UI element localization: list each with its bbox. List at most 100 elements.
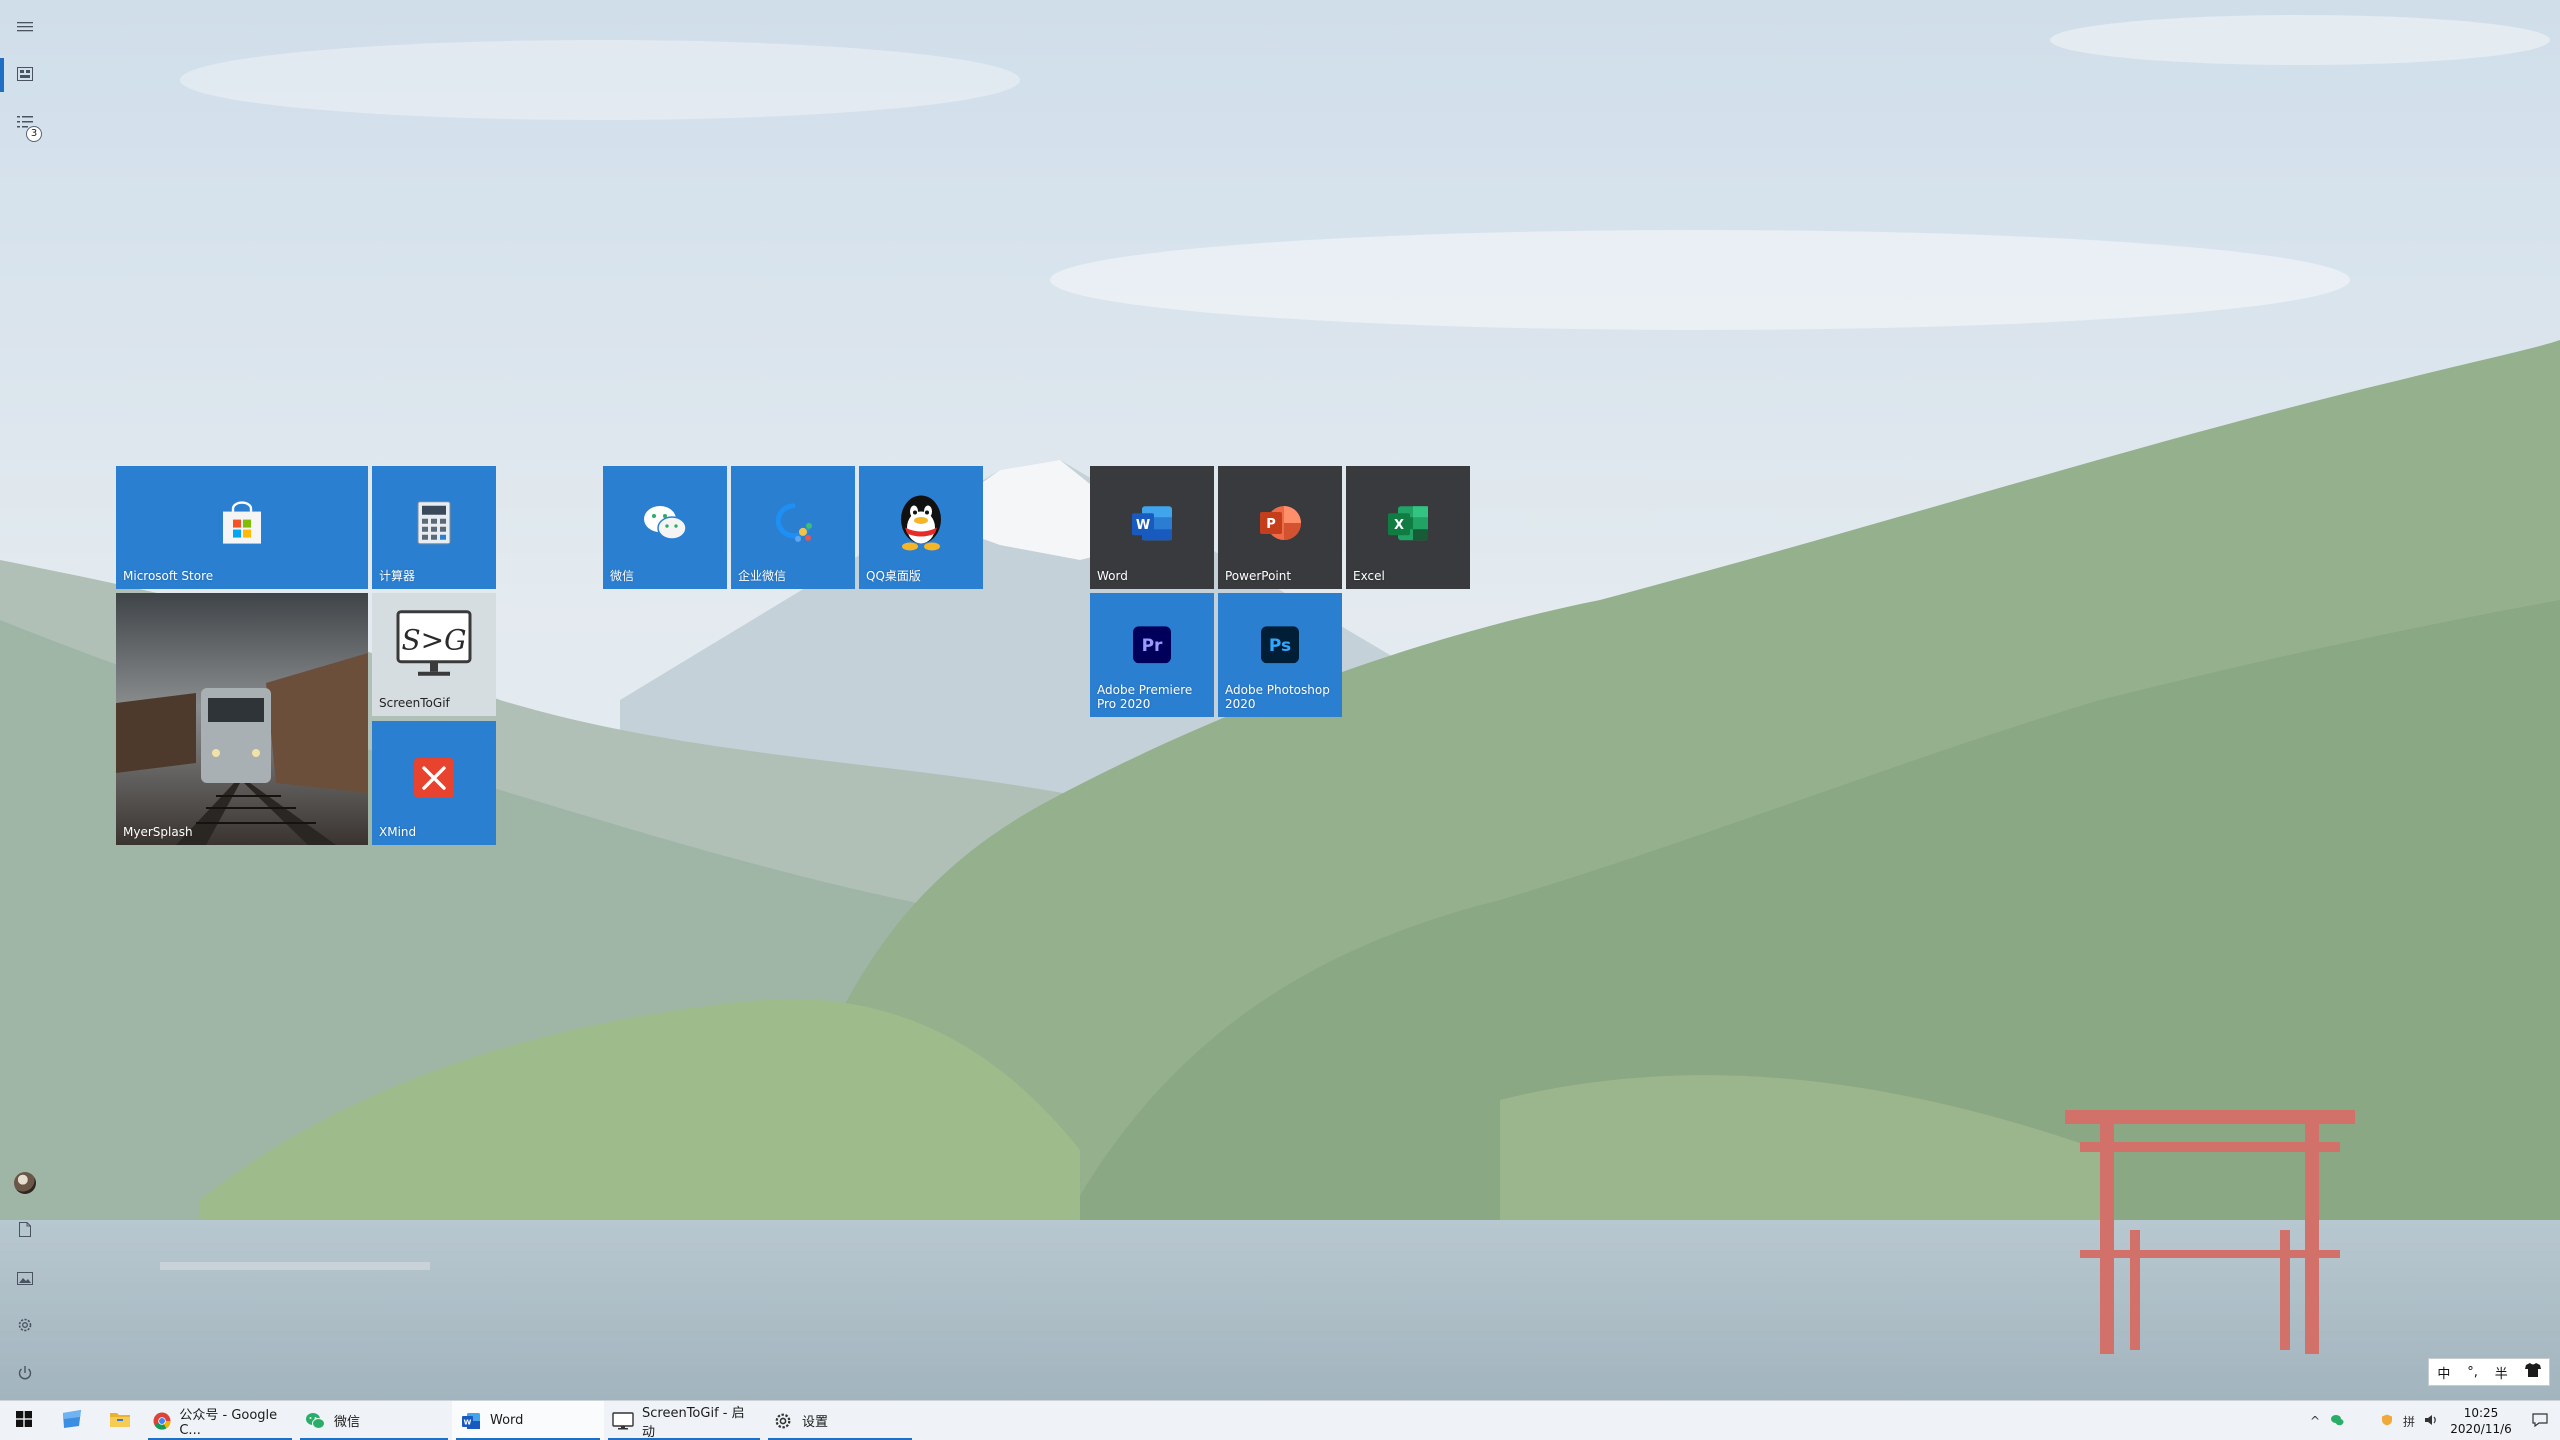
user-account-button[interactable] [0,1160,50,1206]
tile-label: Adobe Photoshop 2020 [1225,683,1330,711]
power-button[interactable] [0,1352,50,1398]
word-logo-letter: W [464,1418,472,1426]
powerpoint-logo-letter: P [1266,517,1276,532]
tile-label: 企业微信 [738,569,787,583]
tile-qq[interactable]: QQ桌面版 [859,466,983,589]
windows-logo-icon [16,1410,32,1431]
premiere-icon: Pr [1133,626,1171,666]
ime-mode-toggle[interactable]: 中 [2437,1363,2450,1382]
tile-label: Microsoft Store [123,569,214,583]
input-language-indicator[interactable]: 拼 [2398,1413,2420,1430]
wechat-tray-icon[interactable] [2326,1414,2348,1429]
screentogif-logo-text: S>G [401,623,466,656]
store-bag-icon [219,499,265,548]
tile-screentogif[interactable]: S>G ScreenToGif [372,593,496,716]
tiles-view-icon [17,65,33,86]
start-menu-rail: 3 [0,0,50,1400]
search-app-icon [61,1409,83,1433]
photoshop-icon: Ps [1261,626,1299,666]
ime-toolbar: 中 °, 半 [2428,1358,2550,1386]
volume-icon[interactable] [2420,1414,2442,1429]
taskbar-item-label: 设置 [802,1415,829,1430]
screentogif-icon: S>G [396,609,472,682]
tile-label: PowerPoint [1225,569,1292,583]
wecom-icon [771,501,815,546]
gear-icon [17,1317,33,1338]
tile-label: MyerSplash [123,825,193,839]
wechat-icon [304,1410,326,1432]
settings-button[interactable] [0,1304,50,1350]
xmind-icon [414,758,454,801]
document-icon [19,1221,31,1242]
photoshop-logo-text: Ps [1269,636,1291,656]
gear-icon [772,1410,794,1432]
word-logo-letter: W [1136,518,1150,533]
taskbar-item-label: ScreenToGif - 启动 [642,1405,745,1440]
tile-label: 计算器 [379,569,416,583]
tile-wechat[interactable]: 微信 [603,466,727,589]
taskbar-item-chrome[interactable]: 公众号 - Google C... [144,1401,296,1440]
desktop-wallpaper [0,0,2560,1440]
file-explorer-button[interactable] [96,1401,144,1440]
tile-label: XMind [379,825,417,839]
chrome-icon [152,1410,171,1432]
premiere-logo-text: Pr [1142,636,1163,656]
pictures-icon [17,1269,33,1290]
ime-punctuation-toggle[interactable]: °, [2467,1365,2478,1380]
tile-label: ScreenToGif [379,696,450,710]
hamburger-icon [17,17,33,38]
notification-center-button[interactable] [2520,1412,2560,1430]
tile-calculator[interactable]: 计算器 [372,466,496,589]
word-icon: W [460,1410,482,1432]
power-icon [17,1365,33,1386]
word-icon: W [1130,504,1174,545]
powerpoint-icon: P [1258,503,1302,546]
shirt-icon[interactable] [2524,1363,2541,1381]
taskbar-item-label: Word [490,1413,524,1428]
show-hidden-icons-button[interactable]: ^ [2304,1414,2326,1428]
taskbar-item-settings[interactable]: 设置 [764,1401,916,1440]
tile-label: QQ桌面版 [866,569,921,583]
taskbar-item-label: 公众号 - Google C... [179,1407,278,1438]
tile-excel[interactable]: X Excel [1346,466,1470,589]
list-badge-count: 3 [26,126,42,142]
taskbar-item-label: 微信 [334,1415,361,1430]
tile-myersplash[interactable]: MyerSplash [116,593,368,845]
clock[interactable]: 10:25 2020/11/6 [2442,1405,2520,1437]
taskbar: 公众号 - Google C... 微信 W Word ScreenToGif … [0,1400,2560,1440]
tile-label: Excel [1353,569,1385,583]
taskbar-item-word[interactable]: W Word [452,1400,604,1440]
tile-photoshop[interactable]: Ps Adobe Photoshop 2020 [1218,593,1342,717]
system-tray: ^ 拼 10:25 2020/11/6 [2304,1401,2560,1440]
tile-word[interactable]: W Word [1090,466,1214,589]
documents-button[interactable] [0,1208,50,1254]
taskbar-item-screentogif[interactable]: ScreenToGif - 启动 [604,1401,764,1440]
folder-icon [109,1410,131,1432]
tile-xmind[interactable]: XMind [372,721,496,845]
security-tray-icon[interactable] [2376,1414,2398,1429]
qq-penguin-icon [895,491,947,554]
tile-label: Adobe Premiere Pro 2020 [1097,683,1193,711]
tile-label: 微信 [610,569,635,583]
all-apps-list-button[interactable]: 3 [0,100,50,146]
excel-icon: X [1386,504,1430,545]
pictures-button[interactable] [0,1256,50,1302]
tile-wecom[interactable]: 企业微信 [731,466,855,589]
taskbar-item-wechat[interactable]: 微信 [296,1401,452,1440]
tiles-view-button[interactable] [0,52,50,98]
tile-label: Word [1097,569,1128,583]
tile-powerpoint[interactable]: P PowerPoint [1218,466,1342,589]
ime-width-toggle[interactable]: 半 [2495,1363,2508,1382]
wechat-icon [642,503,688,546]
avatar [14,1172,36,1194]
search-button[interactable] [48,1401,96,1440]
clock-date: 2020/11/6 [2450,1422,2512,1436]
expand-menu-button[interactable] [0,4,50,50]
screentogif-icon [612,1410,634,1432]
calculator-icon [417,500,451,547]
tile-microsoft-store[interactable]: Microsoft Store [116,466,368,589]
start-button[interactable] [0,1401,48,1440]
tile-premiere[interactable]: Pr Adobe Premiere Pro 2020 [1090,593,1214,717]
excel-logo-letter: X [1394,518,1404,533]
train-photo [116,593,368,845]
